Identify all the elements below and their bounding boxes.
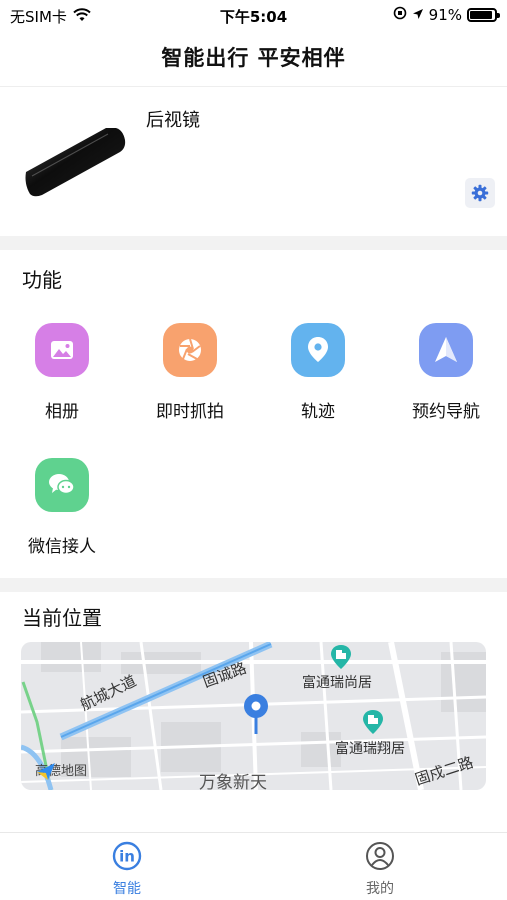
func-snapshot[interactable]: 即时抓拍 bbox=[135, 323, 245, 422]
func-label: 相册 bbox=[45, 402, 79, 422]
device-card[interactable]: 后视镜 bbox=[0, 88, 507, 236]
poi-marker-icon bbox=[363, 710, 383, 734]
tab-label: 智能 bbox=[113, 881, 141, 897]
rearview-mirror-image bbox=[25, 128, 126, 197]
tab-smart[interactable]: in 智能 bbox=[87, 841, 167, 898]
func-album[interactable]: 相册 bbox=[7, 323, 117, 422]
header-divider bbox=[0, 86, 507, 87]
map-provider-logo: 高德地图 bbox=[35, 760, 87, 780]
functions-title: 功能 bbox=[22, 268, 62, 292]
photo-album-icon bbox=[35, 323, 89, 377]
status-bar: 无SIM卡 下午5:04 91% bbox=[0, 0, 507, 30]
wechat-chat-icon bbox=[35, 458, 89, 512]
map-poi-label: 富通瑞尚居 bbox=[302, 675, 372, 691]
profile-icon bbox=[366, 842, 394, 870]
tab-bar: in 智能 我的 bbox=[0, 832, 507, 900]
func-wechat-pickup[interactable]: 微信接人 bbox=[7, 458, 117, 557]
camera-aperture-icon bbox=[163, 323, 217, 377]
func-label: 轨迹 bbox=[301, 402, 335, 422]
section-gap bbox=[0, 578, 507, 592]
battery-icon bbox=[467, 8, 500, 22]
location-map[interactable]: 航城大道 固诚路 富通瑞尚居 富通瑞翔居 万象新天 固戍二路 高德地图 bbox=[21, 642, 486, 790]
smart-tab-icon: in bbox=[112, 841, 142, 871]
poi-marker-icon bbox=[331, 645, 351, 669]
svg-text:in: in bbox=[119, 848, 135, 866]
map-area-label: 万象新天 bbox=[199, 773, 267, 790]
battery-fill bbox=[470, 11, 492, 19]
gear-icon bbox=[471, 184, 489, 202]
device-settings-button[interactable] bbox=[465, 178, 495, 208]
navigation-arrow-icon bbox=[419, 323, 473, 377]
device-name: 后视镜 bbox=[146, 110, 200, 131]
location-pin-icon bbox=[291, 323, 345, 377]
section-gap bbox=[0, 236, 507, 250]
func-label: 微信接人 bbox=[28, 537, 96, 557]
func-track[interactable]: 轨迹 bbox=[263, 323, 373, 422]
status-right: 91% bbox=[393, 6, 500, 24]
map-poi-label: 富通瑞翔居 bbox=[335, 741, 405, 757]
func-label: 即时抓拍 bbox=[156, 402, 224, 422]
orientation-lock-icon bbox=[393, 6, 407, 24]
battery-percent: 91% bbox=[428, 6, 462, 24]
amap-logo-icon bbox=[37, 763, 55, 780]
page-title: 智能出行 平安相伴 bbox=[161, 46, 346, 70]
page-header: 智能出行 平安相伴 bbox=[0, 36, 507, 84]
current-location-pin-icon bbox=[244, 694, 268, 734]
tab-label: 我的 bbox=[366, 881, 394, 897]
func-label: 预约导航 bbox=[412, 402, 480, 422]
location-title: 当前位置 bbox=[22, 606, 102, 630]
tab-mine[interactable]: 我的 bbox=[340, 841, 420, 898]
location-arrow-icon bbox=[412, 6, 424, 24]
func-navigation[interactable]: 预约导航 bbox=[391, 323, 501, 422]
